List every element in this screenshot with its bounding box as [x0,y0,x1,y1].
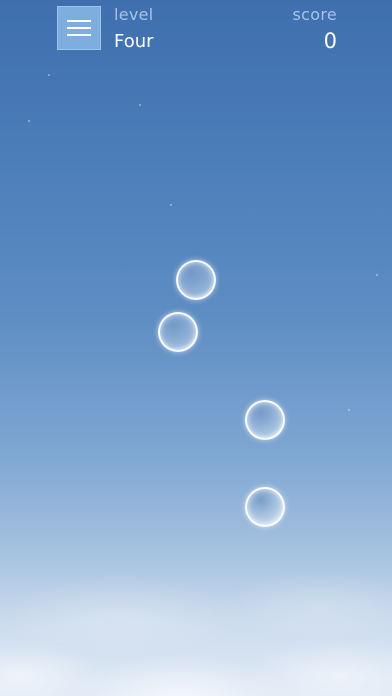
bubble[interactable] [245,400,285,440]
bubble[interactable] [158,312,198,352]
level-value: Four [114,31,154,52]
score-value: 0 [323,29,337,53]
star [139,104,141,106]
level-label: level [114,5,154,24]
star [376,274,378,276]
game-screen[interactable]: level Four score 0 [0,0,392,696]
star [48,74,50,76]
hamburger-menu-icon [67,27,91,29]
star [170,204,172,206]
bubble[interactable] [245,487,285,527]
hamburger-menu-icon [67,34,91,36]
hamburger-menu-icon [67,20,91,22]
star [348,409,350,411]
score-label: score [292,5,337,24]
menu-button[interactable] [57,6,101,50]
star [28,120,30,122]
bubble[interactable] [176,260,216,300]
cloud-haze [0,526,392,696]
